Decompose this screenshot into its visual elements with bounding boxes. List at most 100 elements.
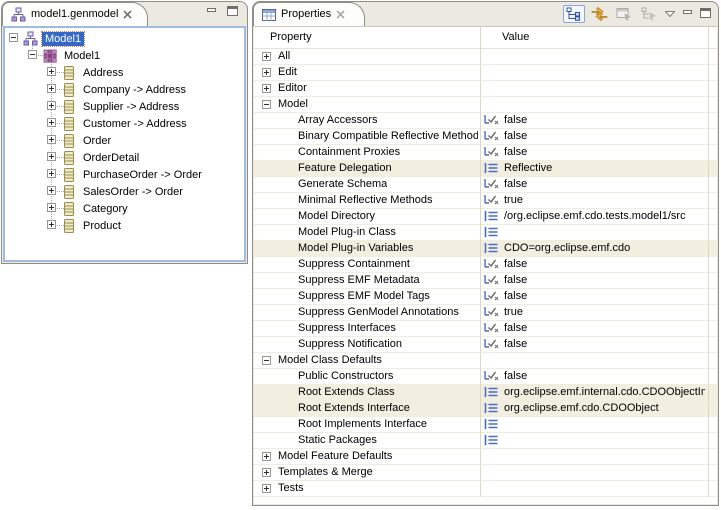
category-expander-icon[interactable]	[262, 484, 271, 493]
property-value-cell[interactable]: false	[484, 114, 705, 126]
tree-item[interactable]: OrderDetail	[5, 149, 244, 166]
property-name: Suppress EMF Metadata	[298, 274, 420, 286]
category-expander-icon[interactable]	[262, 100, 271, 109]
tree-item[interactable]: Model1	[5, 30, 244, 47]
property-value-cell[interactable]: Reflective	[484, 162, 705, 174]
property-row[interactable]: Minimal Reflective Methods true	[254, 193, 717, 209]
property-value-cell[interactable]: /org.eclipse.emf.cdo.tests.model1/src	[484, 210, 705, 222]
tree-expander-icon[interactable]	[28, 50, 37, 59]
property-row[interactable]: Model Plug-in Class	[254, 225, 717, 241]
view-menu-button[interactable]	[663, 5, 677, 23]
property-value-cell[interactable]	[484, 434, 705, 446]
property-row[interactable]: Static Packages	[254, 433, 717, 449]
show-advanced-properties-button[interactable]	[588, 5, 610, 23]
property-row[interactable]: Feature Delegation Reflective	[254, 161, 717, 177]
category-expander-icon[interactable]	[262, 452, 271, 461]
property-value-cell[interactable]: true	[484, 194, 705, 206]
property-row[interactable]: Editor	[254, 81, 717, 97]
properties-tab[interactable]: Properties	[253, 2, 365, 26]
show-tree-mode-button[interactable]	[563, 5, 585, 23]
property-row[interactable]: Tests	[254, 481, 717, 497]
tree-item[interactable]: Customer -> Address	[5, 115, 244, 132]
category-expander-icon[interactable]	[262, 52, 271, 61]
property-row[interactable]: Public Constructors false	[254, 369, 717, 385]
property-row[interactable]: Suppress GenModel Annotations true	[254, 305, 717, 321]
property-value-cell[interactable]: true	[484, 306, 705, 318]
property-row[interactable]: Model	[254, 97, 717, 113]
property-value-cell[interactable]	[484, 418, 705, 430]
restore-default-value-button[interactable]	[613, 5, 635, 23]
tree-item[interactable]: Company -> Address	[5, 81, 244, 98]
close-icon[interactable]	[123, 10, 132, 19]
category-expander-icon[interactable]	[262, 84, 271, 93]
tree-item[interactable]: Address	[5, 64, 244, 81]
tree-item[interactable]: SalesOrder -> Order	[5, 183, 244, 200]
tree-expander-icon[interactable]	[47, 186, 56, 195]
property-row[interactable]: Suppress EMF Model Tags false	[254, 289, 717, 305]
property-value-cell[interactable]: false	[484, 258, 705, 270]
property-value-cell[interactable]: false	[484, 178, 705, 190]
tree-item[interactable]: Product	[5, 217, 244, 234]
property-value-cell[interactable]: false	[484, 290, 705, 302]
tree-item[interactable]: Supplier -> Address	[5, 98, 244, 115]
property-value-cell[interactable]: false	[484, 146, 705, 158]
property-value-cell[interactable]: false	[484, 338, 705, 350]
property-row[interactable]: Suppress Notification false	[254, 337, 717, 353]
column-header-value[interactable]: Value	[502, 31, 529, 43]
genmodel-tree[interactable]: Model1 Model1	[5, 28, 244, 260]
text-value-icon	[484, 386, 499, 398]
category-expander-icon[interactable]	[262, 356, 271, 365]
tree-item[interactable]: PurchaseOrder -> Order	[5, 166, 244, 183]
tree-expander-icon[interactable]	[47, 84, 56, 93]
tree-expander-icon[interactable]	[47, 101, 56, 110]
property-row[interactable]: Root Extends Interface org.eclipse.emf.c…	[254, 401, 717, 417]
tree-expander-icon[interactable]	[47, 203, 56, 212]
category-expander-icon[interactable]	[262, 68, 271, 77]
property-row[interactable]: Suppress Containment false	[254, 257, 717, 273]
tree-expander-icon[interactable]	[47, 169, 56, 178]
property-value-cell[interactable]: false	[484, 322, 705, 334]
column-header-property[interactable]: Property	[270, 31, 312, 43]
property-value-cell[interactable]: false	[484, 370, 705, 382]
property-row[interactable]: Containment Proxies false	[254, 145, 717, 161]
editor-tab[interactable]: model1.genmodel	[2, 2, 148, 26]
tree-item[interactable]: Model1	[5, 47, 244, 64]
property-value-cell[interactable]: false	[484, 274, 705, 286]
show-categories-button[interactable]	[638, 5, 660, 23]
property-row[interactable]: Templates & Merge	[254, 465, 717, 481]
property-row[interactable]: Root Implements Interface	[254, 417, 717, 433]
tree-expander-icon[interactable]	[47, 135, 56, 144]
genclass-icon	[61, 133, 77, 149]
property-row[interactable]: Suppress Interfaces false	[254, 321, 717, 337]
tree-item[interactable]: Order	[5, 132, 244, 149]
maximize-button[interactable]	[698, 8, 713, 21]
tree-expander-icon[interactable]	[47, 118, 56, 127]
property-value-cell[interactable]: org.eclipse.emf.cdo.CDOObject	[484, 402, 705, 414]
property-value-cell[interactable]	[484, 226, 705, 238]
property-row[interactable]: Model Plug-in Variables CDO=org.eclipse.…	[254, 241, 717, 257]
property-value-cell[interactable]: CDO=org.eclipse.emf.cdo	[484, 242, 705, 254]
property-row[interactable]: All	[254, 49, 717, 65]
minimize-button[interactable]	[680, 8, 695, 21]
tree-item[interactable]: Category	[5, 200, 244, 217]
minimize-button[interactable]	[204, 6, 219, 19]
category-expander-icon[interactable]	[262, 468, 271, 477]
property-row[interactable]: Root Extends Class org.eclipse.emf.inter…	[254, 385, 717, 401]
tree-expander-icon[interactable]	[9, 33, 18, 42]
property-row[interactable]: Suppress EMF Metadata false	[254, 273, 717, 289]
property-row[interactable]: Array Accessors false	[254, 113, 717, 129]
property-row[interactable]: Model Directory /org.eclipse.emf.cdo.tes…	[254, 209, 717, 225]
property-row[interactable]: Generate Schema false	[254, 177, 717, 193]
property-name: Model Feature Defaults	[278, 450, 392, 462]
property-row[interactable]: Model Class Defaults	[254, 353, 717, 369]
tree-expander-icon[interactable]	[47, 220, 56, 229]
property-row[interactable]: Binary Compatible Reflective Methods fal…	[254, 129, 717, 145]
property-value-cell[interactable]: false	[484, 130, 705, 142]
maximize-button[interactable]	[225, 6, 240, 19]
tree-expander-icon[interactable]	[47, 67, 56, 76]
property-row[interactable]: Model Feature Defaults	[254, 449, 717, 465]
tree-expander-icon[interactable]	[47, 152, 56, 161]
property-value-cell[interactable]: org.eclipse.emf.internal.cdo.CDOObjectIm…	[484, 386, 705, 398]
close-icon[interactable]	[336, 10, 345, 19]
property-row[interactable]: Edit	[254, 65, 717, 81]
